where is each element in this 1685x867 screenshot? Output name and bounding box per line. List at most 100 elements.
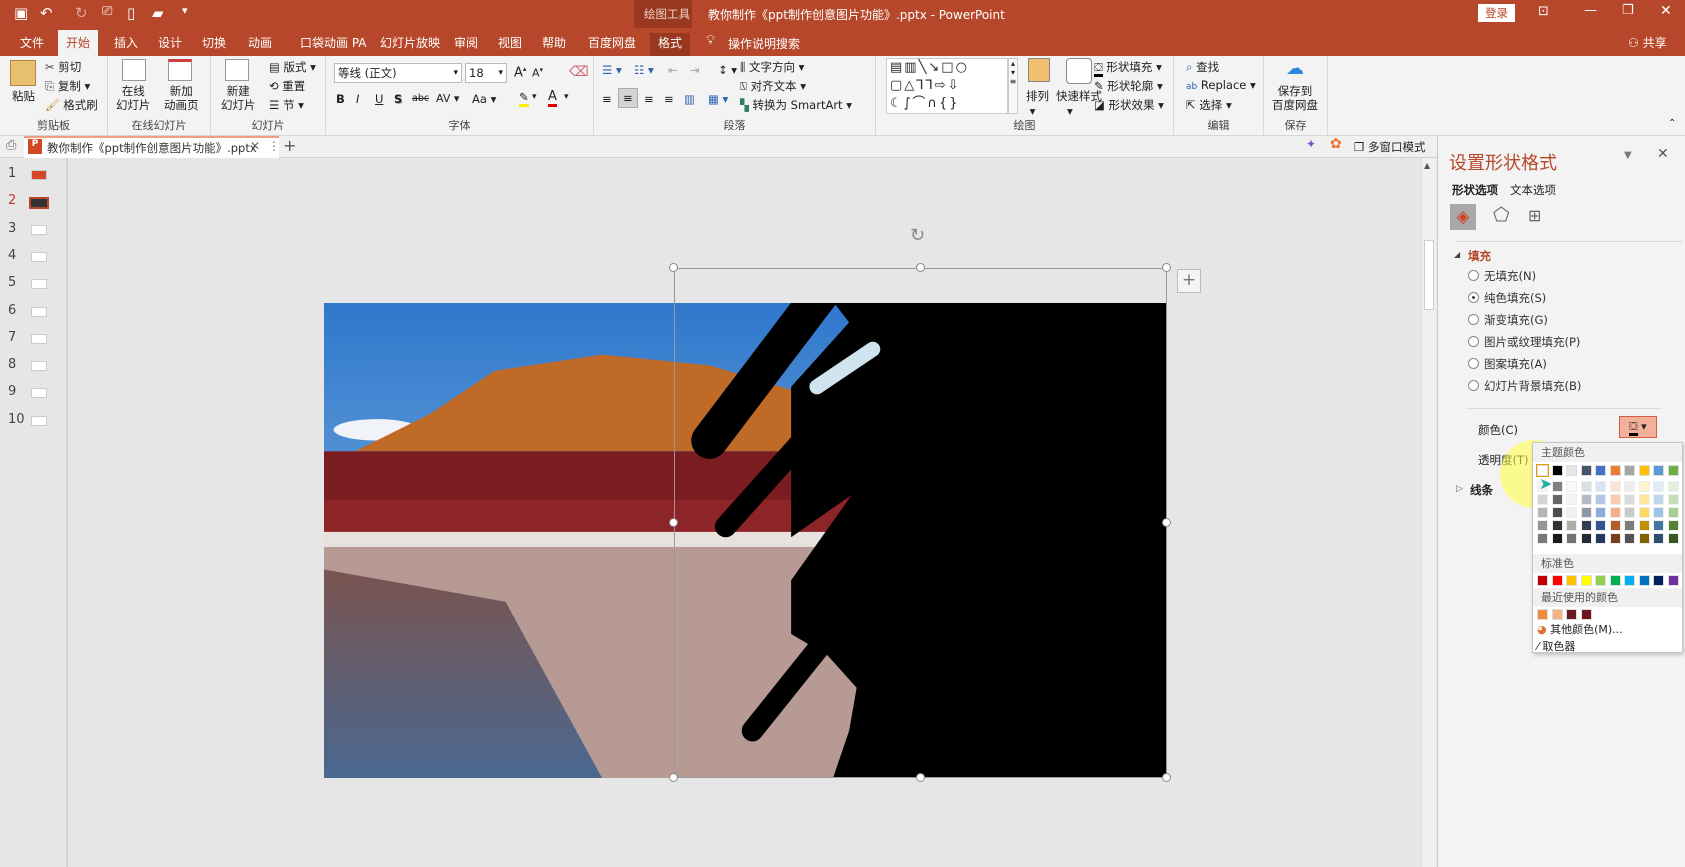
- paste-button[interactable]: 粘贴: [12, 88, 35, 104]
- tab-10[interactable]: 帮助: [534, 33, 574, 56]
- theme-shade-swatch[interactable]: [1609, 533, 1621, 544]
- distributed-button[interactable]: ▥: [684, 92, 695, 106]
- theme-shade-swatch[interactable]: [1624, 533, 1635, 544]
- recent-color-swatch[interactable]: [1551, 609, 1563, 620]
- resize-handle[interactable]: [916, 263, 925, 272]
- tell-me-search[interactable]: 操作说明搜索: [728, 35, 800, 52]
- fill-option-radio[interactable]: 图片或纹理填充(P): [1468, 334, 1580, 350]
- tab-shape-options[interactable]: 形状选项: [1452, 182, 1498, 198]
- italic-button[interactable]: I: [356, 92, 359, 106]
- ribbon-display-icon[interactable]: ⊡: [1538, 4, 1549, 19]
- close-button[interactable]: ✕: [1660, 3, 1672, 19]
- resize-handle[interactable]: [916, 773, 925, 782]
- theme-shade-swatch[interactable]: [1580, 481, 1592, 492]
- restore-button[interactable]: ❐: [1622, 3, 1634, 18]
- dropdown-arrow-icon[interactable]: ▾: [532, 92, 537, 102]
- theme-shade-swatch[interactable]: [1638, 507, 1650, 518]
- convert-smartart-button[interactable]: ▚ 转换为 SmartArt ▾: [740, 97, 852, 113]
- theme-shade-swatch[interactable]: [1566, 481, 1577, 492]
- text-direction-button[interactable]: ⫼ 文字方向 ▾: [740, 59, 804, 75]
- theme-shade-swatch[interactable]: [1624, 481, 1635, 492]
- replace-button[interactable]: ab Replace ▾: [1186, 78, 1256, 92]
- theme-shade-swatch[interactable]: [1551, 520, 1563, 531]
- tab-7[interactable]: 幻灯片放映: [372, 33, 448, 56]
- theme-shade-swatch[interactable]: [1624, 494, 1635, 505]
- slide-thumbnail[interactable]: [31, 224, 47, 235]
- clear-format-icon[interactable]: ⌫: [569, 64, 589, 80]
- recent-color-swatch[interactable]: [1537, 609, 1548, 620]
- theme-color-swatch[interactable]: [1551, 465, 1563, 476]
- theme-shade-swatch[interactable]: [1653, 494, 1664, 505]
- fill-option-radio[interactable]: 幻灯片背景填充(B): [1468, 378, 1581, 394]
- save-icon[interactable]: ▣: [14, 4, 28, 22]
- reset-button[interactable]: ⟲ 重置: [269, 78, 305, 94]
- theme-color-swatch[interactable]: [1595, 465, 1606, 476]
- fill-option-radio[interactable]: 图案填充(A): [1468, 356, 1547, 372]
- theme-shade-swatch[interactable]: [1624, 520, 1635, 531]
- theme-shade-swatch[interactable]: [1653, 520, 1664, 531]
- rotate-handle-icon[interactable]: ↻: [910, 225, 925, 246]
- dropdown-arrow-icon[interactable]: ▾: [564, 92, 569, 102]
- customize-icon[interactable]: ▾: [182, 4, 188, 17]
- shape-outline-button[interactable]: ✎ 形状轮廓 ▾: [1094, 78, 1163, 94]
- shrink-font-button[interactable]: A▾: [532, 66, 543, 80]
- slide-thumbnail[interactable]: [31, 361, 47, 372]
- slide-thumbnail[interactable]: [31, 415, 47, 426]
- theme-color-swatch[interactable]: [1667, 465, 1679, 476]
- grow-font-button[interactable]: A▴: [514, 65, 526, 80]
- standard-color-swatch[interactable]: [1595, 575, 1606, 586]
- magic-wand-icon[interactable]: ✦: [1306, 137, 1316, 151]
- change-case-button[interactable]: Aa ▾: [472, 92, 496, 106]
- shapes-gallery[interactable]: ▤▥╲↘□○ ▢△⅂⅂⇨⇩ ☾∫⌒∩{}: [886, 58, 1008, 114]
- undo-icon[interactable]: ↶: [40, 4, 53, 22]
- eyedropper-button[interactable]: ⁄ 取色器: [1537, 638, 1575, 654]
- theme-shade-swatch[interactable]: [1595, 481, 1606, 492]
- format-painter-button[interactable]: 🖌︎ 格式刷: [45, 97, 98, 113]
- font-size-select[interactable]: 18 ▾: [465, 63, 507, 83]
- history-icon[interactable]: ⎙: [6, 138, 16, 153]
- layout-options-button[interactable]: +: [1177, 269, 1201, 293]
- theme-shade-swatch[interactable]: [1667, 533, 1679, 544]
- theme-color-swatch[interactable]: [1566, 465, 1577, 476]
- standard-color-swatch[interactable]: [1653, 575, 1664, 586]
- line-section-header[interactable]: 线条: [1470, 482, 1493, 498]
- theme-shade-swatch[interactable]: [1667, 520, 1679, 531]
- standard-color-swatch[interactable]: [1624, 575, 1635, 586]
- theme-shade-swatch[interactable]: [1667, 494, 1679, 505]
- minimize-button[interactable]: —: [1584, 3, 1597, 18]
- char-spacing-button[interactable]: AV ▾: [436, 92, 459, 105]
- slide-thumbnail[interactable]: [31, 279, 47, 290]
- collapse-ribbon-icon[interactable]: ⌃: [1668, 118, 1676, 129]
- redo-icon[interactable]: ↻: [75, 4, 88, 22]
- shadow-button[interactable]: S: [394, 92, 402, 106]
- gallery-scroll[interactable]: ▴ ▾ ≡: [1008, 58, 1018, 114]
- theme-shade-swatch[interactable]: [1537, 533, 1548, 544]
- align-center-button[interactable]: ≡: [618, 88, 638, 108]
- more-colors-button[interactable]: ◕ 其他颜色(M)...: [1537, 621, 1623, 637]
- theme-shade-swatch[interactable]: [1580, 494, 1592, 505]
- document-tab[interactable]: P 教你制作《ppt制作创意图片功能》.pptx ✕ ⋮: [24, 136, 280, 158]
- theme-shade-swatch[interactable]: [1609, 481, 1621, 492]
- increase-indent-button[interactable]: ⇥: [690, 63, 700, 77]
- gear-icon[interactable]: ✿: [1330, 136, 1342, 152]
- close-pane-icon[interactable]: ✕: [1657, 146, 1669, 162]
- radio-circle[interactable]: [1468, 336, 1479, 347]
- theme-shade-swatch[interactable]: [1551, 481, 1563, 492]
- justify-button[interactable]: ≡: [664, 92, 674, 106]
- theme-shade-swatch[interactable]: [1653, 507, 1664, 518]
- standard-color-swatch[interactable]: [1609, 575, 1621, 586]
- select-button[interactable]: ⇱ 选择 ▾: [1186, 97, 1232, 113]
- highlight-color-button[interactable]: ✎: [519, 90, 529, 107]
- tab-11[interactable]: 百度网盘: [580, 33, 644, 56]
- fill-option-radio[interactable]: 纯色填充(S): [1468, 290, 1546, 306]
- copy-button[interactable]: ⎘ 复制 ▾: [45, 78, 90, 94]
- theme-shade-swatch[interactable]: [1580, 533, 1592, 544]
- theme-shade-swatch[interactable]: [1653, 481, 1664, 492]
- theme-shade-swatch[interactable]: [1595, 520, 1606, 531]
- resize-handle[interactable]: [669, 773, 678, 782]
- scroll-up-icon[interactable]: ▲: [1424, 161, 1430, 170]
- theme-color-swatch[interactable]: [1609, 465, 1621, 476]
- fill-line-icon[interactable]: ◈: [1450, 204, 1476, 230]
- theme-shade-swatch[interactable]: [1537, 520, 1548, 531]
- present-icon[interactable]: ⎚: [102, 4, 112, 19]
